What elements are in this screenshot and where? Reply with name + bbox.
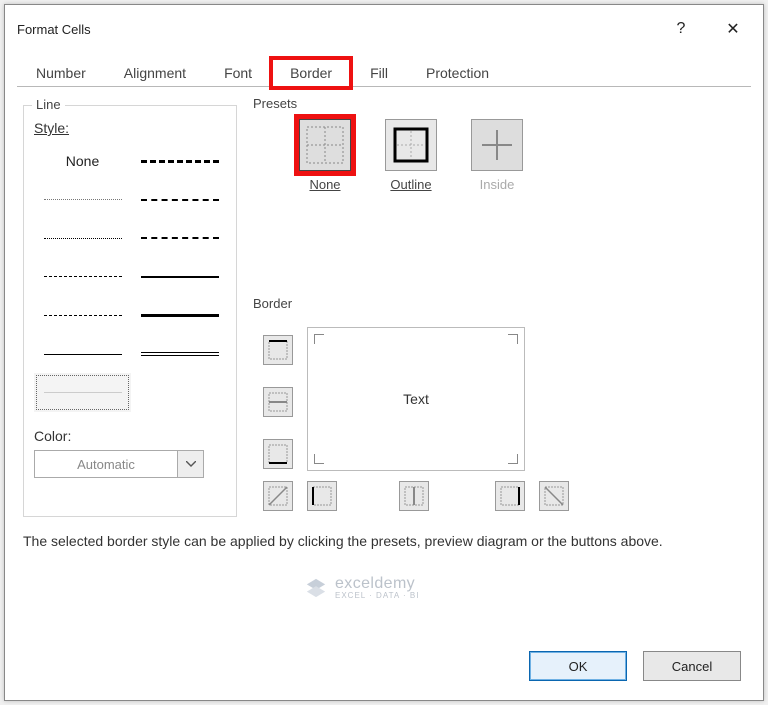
tab-protection[interactable]: Protection <box>407 58 508 87</box>
tab-border[interactable]: Border <box>271 58 351 88</box>
style-thick[interactable] <box>131 296 228 335</box>
border-legend: Border <box>249 296 296 311</box>
border-right-icon <box>499 485 521 507</box>
border-left-button[interactable] <box>307 481 337 511</box>
preset-none-button[interactable] <box>299 119 351 171</box>
border-diag-down-icon <box>543 485 565 507</box>
watermark-name: exceldemy <box>335 576 419 592</box>
border-middle-h-button[interactable] <box>263 387 293 417</box>
border-right-button[interactable] <box>495 481 525 511</box>
presets-row: None Outline <box>299 119 523 192</box>
ok-button[interactable]: OK <box>529 651 627 681</box>
close-icon: ✕ <box>726 19 739 39</box>
preset-none-wrap: None <box>299 119 351 192</box>
preview-corner-bl <box>314 454 324 464</box>
style-long-dash[interactable] <box>34 296 131 335</box>
border-bottom-button[interactable] <box>263 439 293 469</box>
style-dot[interactable] <box>34 219 131 258</box>
line-legend: Line <box>32 97 65 112</box>
presets-group: Presets None <box>249 105 579 305</box>
style-none-label: None <box>66 153 99 169</box>
style-double[interactable] <box>131 335 228 374</box>
border-top-button[interactable] <box>263 335 293 365</box>
preset-outline-label: Outline <box>390 177 431 192</box>
tab-font[interactable]: Font <box>205 58 271 87</box>
titlebar: Format Cells ? ✕ <box>5 5 763 53</box>
border-mid-v-icon <box>403 485 425 507</box>
preset-inside-label: Inside <box>480 177 515 192</box>
help-text: The selected border style can be applied… <box>23 531 745 552</box>
preview-corner-tr <box>508 334 518 344</box>
style-none[interactable]: None <box>34 142 131 181</box>
tab-fill[interactable]: Fill <box>351 58 407 87</box>
border-preview[interactable]: Text <box>307 327 525 471</box>
preset-inside-button[interactable] <box>471 119 523 171</box>
help-button[interactable]: ? <box>655 7 707 51</box>
style-spare[interactable] <box>131 373 228 412</box>
border-diag-up-button[interactable] <box>263 481 293 511</box>
style-fine-dot[interactable] <box>34 181 131 220</box>
dialog-footer: OK Cancel <box>5 644 763 700</box>
color-dropdown[interactable]: Automatic <box>34 450 204 478</box>
preset-none-icon <box>306 126 344 164</box>
style-hair[interactable] <box>34 373 131 412</box>
cancel-button[interactable]: Cancel <box>643 651 741 681</box>
border-top-icon <box>267 339 289 361</box>
style-thick-dash[interactable] <box>131 142 228 181</box>
preset-inside-icon <box>478 126 516 164</box>
presets-legend: Presets <box>249 96 301 111</box>
preset-inside-wrap: Inside <box>471 119 523 192</box>
preset-outline-button[interactable] <box>385 119 437 171</box>
preset-outline-icon <box>392 126 430 164</box>
line-groupbox: Line Style: None Color: Automatic <box>23 105 237 517</box>
help-icon: ? <box>677 20 686 38</box>
border-diag-down-button[interactable] <box>539 481 569 511</box>
style-medium[interactable] <box>131 258 228 297</box>
format-cells-dialog: Format Cells ? ✕ Number Alignment Font B… <box>4 4 764 701</box>
border-middle-v-button[interactable] <box>399 481 429 511</box>
preview-corner-br <box>508 454 518 464</box>
preview-text: Text <box>403 391 429 407</box>
border-diag-up-icon <box>267 485 289 507</box>
tab-number[interactable]: Number <box>17 58 105 87</box>
tabstrip: Number Alignment Font Border Fill Protec… <box>5 53 763 87</box>
close-button[interactable]: ✕ <box>707 7 759 51</box>
color-value: Automatic <box>34 450 178 478</box>
watermark-tag: EXCEL · DATA · BI <box>335 592 419 600</box>
style-dash-dot[interactable] <box>131 219 228 258</box>
preview-corner-tl <box>314 334 324 344</box>
color-label: Color: <box>34 428 71 444</box>
border-bottom-icon <box>267 443 289 465</box>
tab-alignment[interactable]: Alignment <box>105 58 205 87</box>
border-mid-h-icon <box>267 391 289 413</box>
style-short-dash[interactable] <box>34 258 131 297</box>
watermark-logo-icon <box>305 577 327 599</box>
style-grid: None <box>34 142 228 412</box>
preset-none-label: None <box>309 177 340 192</box>
dialog-title: Format Cells <box>17 22 655 37</box>
preset-outline-wrap: Outline <box>385 119 437 192</box>
color-dropdown-button[interactable] <box>178 450 204 478</box>
style-dash-dot-dot[interactable] <box>131 181 228 220</box>
border-group: Border Text <box>249 305 629 517</box>
dialog-body: Line Style: None Color: Automatic <box>5 87 763 644</box>
chevron-down-icon <box>186 461 196 467</box>
style-thin[interactable] <box>34 335 131 374</box>
watermark: exceldemy EXCEL · DATA · BI <box>305 576 419 600</box>
border-left-icon <box>311 485 333 507</box>
style-label: Style: <box>34 120 69 136</box>
style-label-text: Style: <box>34 120 69 136</box>
